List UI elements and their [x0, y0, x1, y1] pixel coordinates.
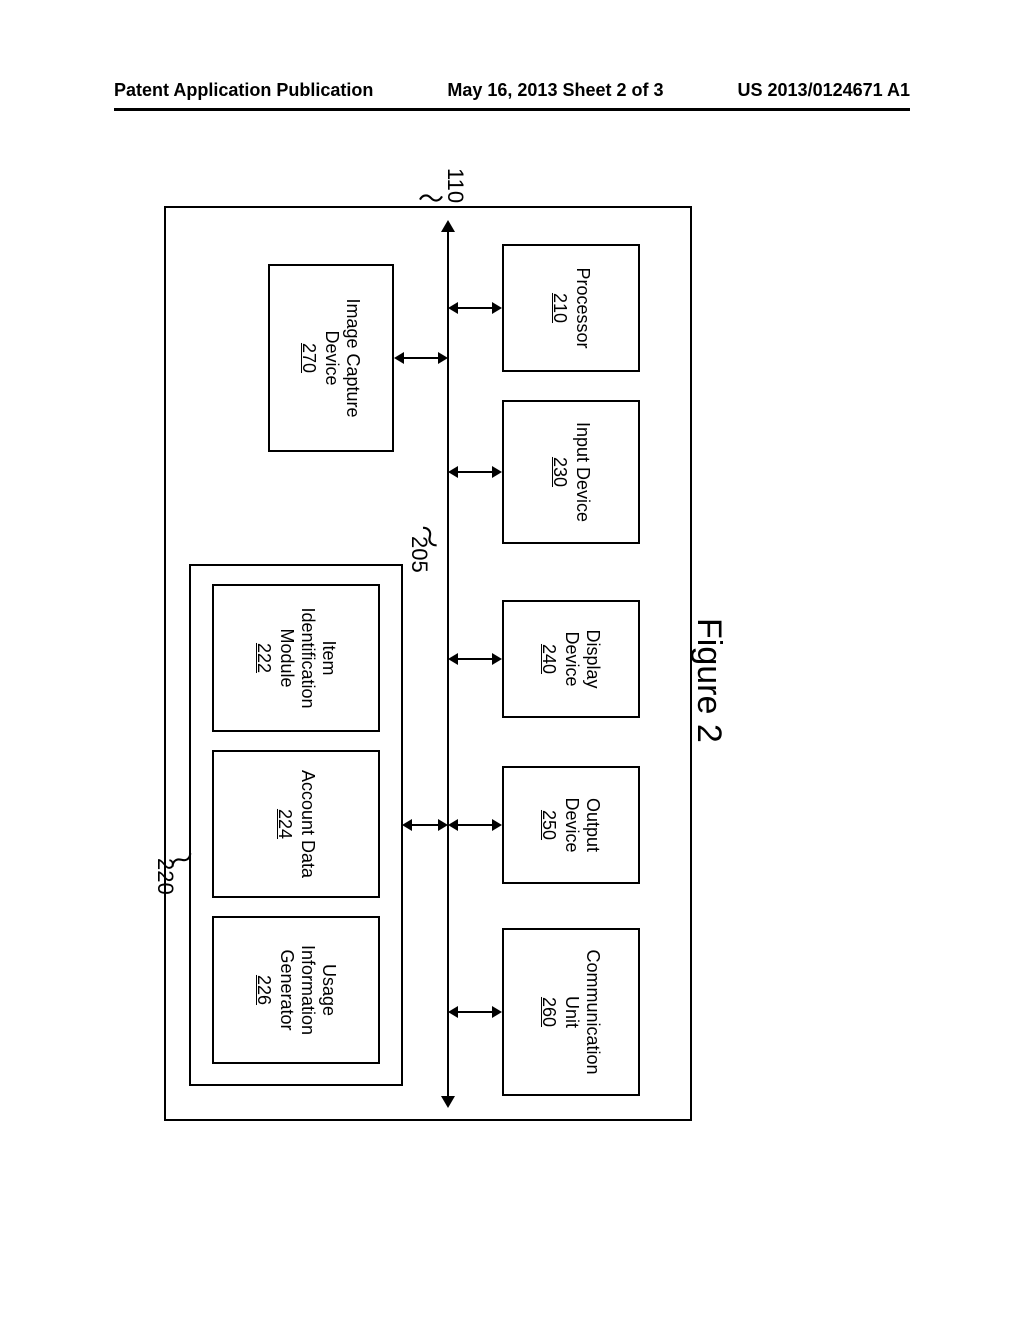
output-device-label2: Device: [562, 797, 583, 852]
stub-input-device: [458, 471, 492, 473]
header-center: May 16, 2013 Sheet 2 of 3: [447, 80, 663, 101]
communication-unit-label1: Communication: [583, 949, 604, 1074]
arrowhead-down-icon: [448, 819, 458, 831]
image-capture-label1: Image Capture: [343, 298, 364, 417]
item-identification-block: Item Identification Module 222: [212, 584, 380, 732]
figure-rotated-wrapper: 110 〜 〜 205 Processor 210 Input Device 2…: [164, 168, 692, 1138]
arrowhead-up-icon: [492, 653, 502, 665]
processor-label: Processor: [572, 267, 593, 348]
stub-output-device: [458, 824, 492, 826]
ref-205-label: 205: [406, 536, 432, 573]
usage-info-label2: Information: [297, 945, 318, 1035]
bus-arrow-right-icon: [441, 1096, 455, 1108]
arrowhead-up-icon: [492, 819, 502, 831]
figure-caption: Figure 2: [689, 618, 728, 743]
input-device-block: Input Device 230: [502, 400, 640, 544]
arrowhead-down-icon: [448, 1006, 458, 1018]
image-capture-num: 270: [299, 343, 320, 373]
arrowhead-down-icon: [448, 466, 458, 478]
account-data-block: Account Data 224: [212, 750, 380, 898]
item-identification-label1: Item: [318, 640, 339, 675]
arrowhead-down-icon: [394, 352, 404, 364]
account-data-label: Account Data: [297, 770, 318, 878]
display-device-block: Display Device 240: [502, 600, 640, 718]
communication-unit-label2: Unit: [562, 996, 583, 1028]
processor-block: Processor 210: [502, 244, 640, 372]
input-device-label: Input Device: [572, 422, 593, 522]
usage-info-block: Usage Information Generator 226: [212, 916, 380, 1064]
display-device-num: 240: [539, 644, 560, 674]
page: Patent Application Publication May 16, 2…: [0, 0, 1024, 1320]
arrowhead-up-icon: [492, 302, 502, 314]
output-device-num: 250: [539, 810, 560, 840]
usage-info-label3: Generator: [276, 949, 297, 1030]
stub-image-capture: [404, 357, 438, 359]
header-right: US 2013/0124671 A1: [738, 80, 910, 101]
arrowhead-up-icon: [492, 1006, 502, 1018]
stub-display-device: [458, 658, 492, 660]
arrowhead-down-icon: [448, 302, 458, 314]
account-data-num: 224: [274, 809, 295, 839]
arrowhead-up-icon: [438, 819, 448, 831]
header-rule: [114, 108, 910, 111]
image-capture-label2: Device: [322, 330, 343, 385]
processor-num: 210: [549, 293, 570, 323]
usage-info-label1: Usage: [318, 964, 339, 1016]
bus-arrow-left-icon: [441, 220, 455, 232]
ref-110-label: 110: [442, 168, 468, 203]
item-identification-label2: Identification: [297, 607, 318, 708]
display-device-label2: Device: [562, 631, 583, 686]
arrowhead-up-icon: [492, 466, 502, 478]
item-identification-label3: Module: [276, 628, 297, 687]
input-device-num: 230: [549, 457, 570, 487]
output-device-block: Output Device 250: [502, 766, 640, 884]
communication-unit-block: Communication Unit 260: [502, 928, 640, 1096]
item-identification-num: 222: [253, 643, 274, 673]
display-device-label1: Display: [583, 629, 604, 688]
arrowhead-down-icon: [402, 819, 412, 831]
stub-communication-unit: [458, 1011, 492, 1013]
figure-area: 110 〜 〜 205 Processor 210 Input Device 2…: [164, 168, 692, 1138]
image-capture-block: Image Capture Device 270: [268, 264, 394, 452]
output-device-label1: Output: [583, 798, 604, 852]
stub-processor: [458, 307, 492, 309]
header-left: Patent Application Publication: [114, 80, 373, 101]
arrowhead-down-icon: [448, 653, 458, 665]
arrowhead-up-icon: [438, 352, 448, 364]
ref-220-label: 220: [152, 858, 178, 895]
usage-info-num: 226: [253, 975, 274, 1005]
stub-memory: [412, 824, 438, 826]
communication-unit-num: 260: [539, 997, 560, 1027]
page-header: Patent Application Publication May 16, 2…: [114, 80, 910, 101]
